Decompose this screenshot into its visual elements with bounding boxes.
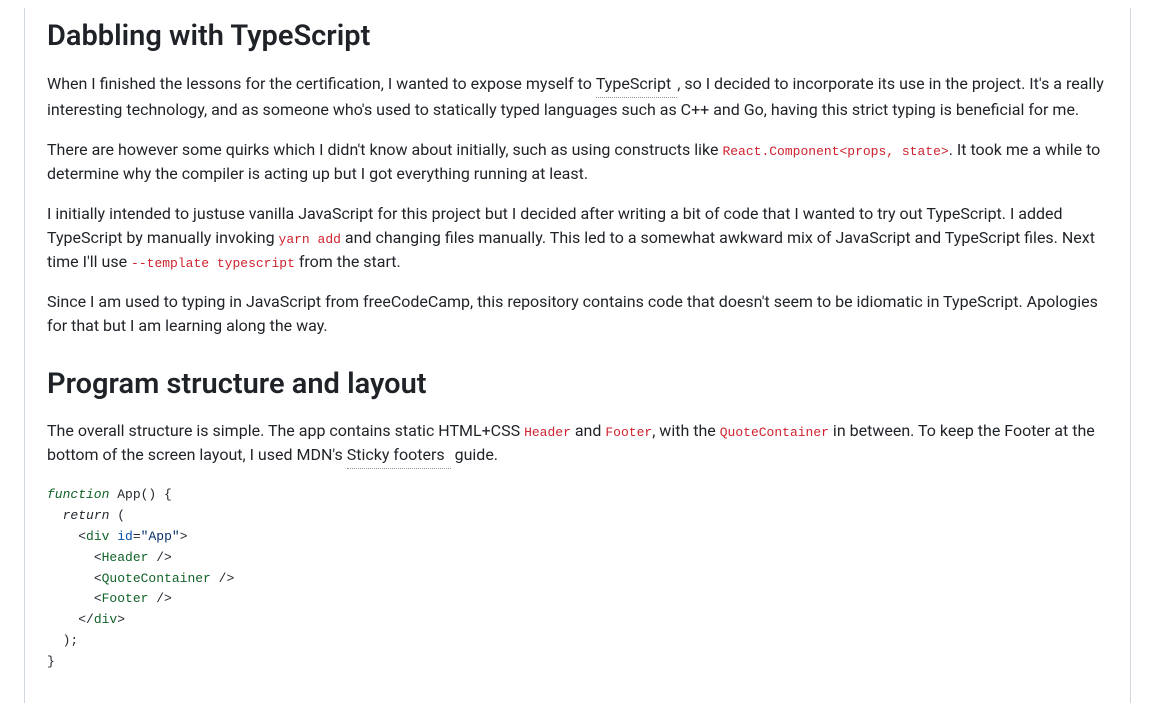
code-text xyxy=(47,508,63,523)
code-string: "App" xyxy=(141,529,180,544)
link-text: Sticky footers xyxy=(347,443,445,467)
code-punc: /> xyxy=(148,591,171,606)
link-sticky-footers[interactable]: Sticky footers xyxy=(347,443,451,469)
code-tag: div xyxy=(86,529,109,544)
paragraph: I initially intended to justuse vanilla … xyxy=(47,202,1108,274)
code-text: App() { xyxy=(109,487,171,502)
heading-structure: Program structure and layout xyxy=(47,366,1108,404)
text: from the start. xyxy=(295,252,401,271)
paragraph: Since I am used to typing in JavaScript … xyxy=(47,290,1108,338)
code-punc: /> xyxy=(211,571,234,586)
text: The overall structure is simple. The app… xyxy=(47,421,524,440)
code-attr: id xyxy=(117,529,133,544)
code-text xyxy=(47,591,94,606)
inline-code: React.Component<props, state> xyxy=(722,144,948,159)
paragraph: When I finished the lessons for the cert… xyxy=(47,72,1108,122)
code-punc: < xyxy=(78,529,86,544)
code-tag: QuoteContainer xyxy=(102,571,211,586)
paragraph: There are however some quirks which I di… xyxy=(47,138,1108,186)
code-punc: < xyxy=(94,591,102,606)
code-text xyxy=(47,612,78,627)
inline-code: Footer xyxy=(605,425,652,440)
code-punc: = xyxy=(133,529,141,544)
inline-code: yarn add xyxy=(279,232,341,247)
code-text: } xyxy=(47,654,55,669)
text: and xyxy=(571,421,606,440)
inline-code: QuoteContainer xyxy=(720,425,829,440)
paragraph: The overall structure is simple. The app… xyxy=(47,419,1108,469)
text: , with the xyxy=(652,421,720,440)
text: When I finished the lessons for the cert… xyxy=(47,74,596,93)
code-tag: Header xyxy=(102,550,149,565)
code-text xyxy=(47,529,78,544)
link-typescript[interactable]: TypeScript xyxy=(596,72,677,98)
text: There are however some quirks which I di… xyxy=(47,140,722,159)
code-text: ( xyxy=(109,508,125,523)
code-text xyxy=(47,550,94,565)
code-punc: </ xyxy=(78,612,94,627)
article-card: Dabbling with TypeScript When I finished… xyxy=(24,8,1131,703)
code-tag: div xyxy=(94,612,117,627)
code-keyword: return xyxy=(63,508,110,523)
heading-typescript: Dabbling with TypeScript xyxy=(47,18,1108,56)
inline-code: Header xyxy=(524,425,571,440)
code-punc: < xyxy=(94,571,102,586)
code-block: function App() { return ( <div id="App">… xyxy=(47,485,1108,672)
code-text: ); xyxy=(47,633,78,648)
code-punc: < xyxy=(94,550,102,565)
link-text: TypeScript xyxy=(596,72,671,96)
code-punc: /> xyxy=(148,550,171,565)
text: guide. xyxy=(451,445,498,464)
code-punc: > xyxy=(117,612,125,627)
code-tag: Footer xyxy=(102,591,149,606)
code-punc: > xyxy=(180,529,188,544)
inline-code: --template typescript xyxy=(131,256,295,271)
code-text xyxy=(47,571,94,586)
code-keyword: function xyxy=(47,487,109,502)
